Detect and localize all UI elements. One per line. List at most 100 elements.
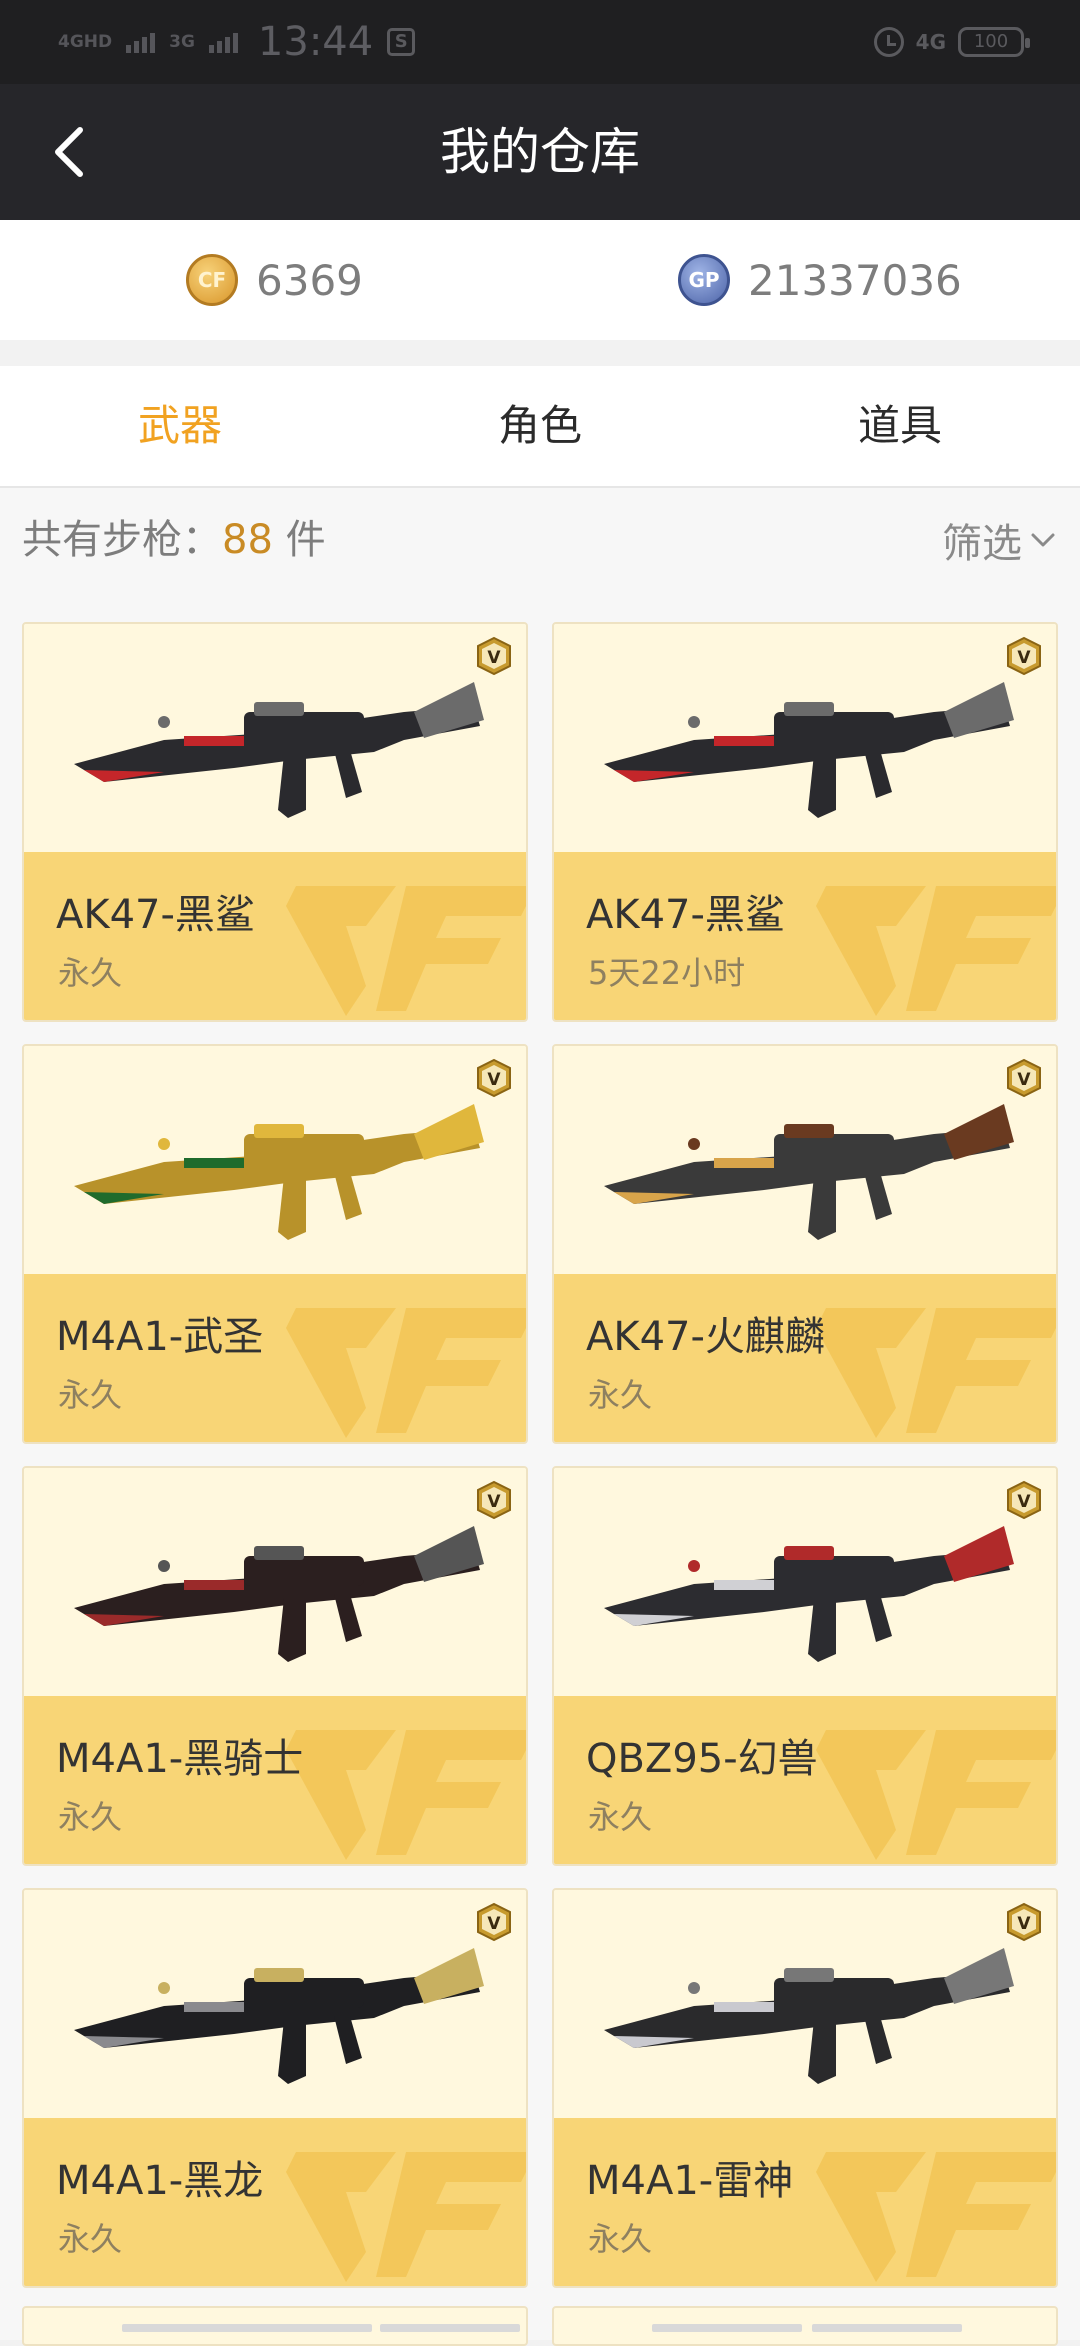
rifle-count-text: 共有步枪：88 件 bbox=[22, 488, 326, 592]
weapon-card[interactable]: V AK47-黑鲨 5天22小时 bbox=[552, 622, 1058, 1022]
tab-items[interactable]: 道具 bbox=[780, 366, 1020, 486]
weapon-duration: 5天22小时 bbox=[588, 954, 746, 992]
page-title: 我的仓库 bbox=[440, 123, 640, 181]
network-type-label: 4GHD bbox=[58, 31, 113, 52]
svg-text:V: V bbox=[1017, 1070, 1031, 1090]
weapon-image-area: V bbox=[554, 1890, 1056, 2118]
vip-badge-icon: V bbox=[477, 1480, 511, 1520]
weapon-image-area: V bbox=[554, 1046, 1056, 1274]
tab-weapons[interactable]: 武器 bbox=[60, 366, 300, 486]
rifle-count-value: 88 bbox=[222, 517, 273, 563]
weapon-card-partial[interactable] bbox=[22, 2306, 528, 2346]
vip-badge-icon: V bbox=[1007, 1480, 1041, 1520]
svg-text:V: V bbox=[1017, 1914, 1031, 1934]
weapon-name: AK47-黑鲨 bbox=[586, 892, 785, 938]
cf-logo-watermark-icon bbox=[816, 1730, 1056, 1860]
rifle-m4a1-black-knight-icon bbox=[74, 1526, 484, 1662]
weapon-name: M4A1-黑龙 bbox=[56, 2158, 264, 2204]
weapon-info-area: QBZ95-幻兽 永久 bbox=[554, 1696, 1056, 1864]
network-4g-label: 4G bbox=[915, 30, 946, 54]
partial-card-bar bbox=[122, 2324, 372, 2332]
inventory-info-bar: 共有步枪：88 件 筛选 bbox=[0, 488, 1080, 592]
rifle-m4a1-thor-icon bbox=[604, 1948, 1014, 2084]
weapon-image-area: V bbox=[24, 624, 526, 852]
weapon-duration: 永久 bbox=[58, 954, 123, 992]
partial-card-bar bbox=[812, 2324, 962, 2332]
cf-logo-watermark-icon bbox=[286, 1730, 526, 1860]
rifle-ak47-black-shark-icon bbox=[604, 682, 1014, 818]
partial-card-bar bbox=[380, 2324, 520, 2332]
svg-text:V: V bbox=[487, 1070, 501, 1090]
status-bar-right: 4G 100 bbox=[873, 27, 1030, 57]
weapon-image-area: V bbox=[24, 1046, 526, 1274]
cf-points-display: CF 6369 bbox=[186, 220, 363, 340]
weapon-name: QBZ95-幻兽 bbox=[586, 1736, 818, 1782]
weapon-card[interactable]: V M4A1-武圣 永久 bbox=[22, 1044, 528, 1444]
weapon-duration: 永久 bbox=[58, 2220, 123, 2258]
weapon-duration: 永久 bbox=[588, 2220, 653, 2258]
rifle-count-suffix: 件 bbox=[272, 517, 326, 563]
gp-display: GP 21337036 bbox=[678, 220, 962, 340]
rifle-qbz95-phantom-beast-icon bbox=[604, 1526, 1014, 1662]
rifle-m4a1-gold-dragon-icon bbox=[74, 1104, 484, 1240]
filter-label: 筛选 bbox=[942, 521, 1022, 567]
gp-value: 21337036 bbox=[748, 255, 962, 305]
rifle-count-prefix: 共有步枪： bbox=[22, 517, 222, 563]
weapon-card-partial[interactable] bbox=[552, 2306, 1058, 2346]
weapon-card[interactable]: V AK47-黑鲨 永久 bbox=[22, 622, 528, 1022]
weapon-card[interactable]: V M4A1-雷神 永久 bbox=[552, 1888, 1058, 2288]
chevron-down-icon bbox=[1031, 533, 1055, 547]
cf-coin-icon: CF bbox=[186, 254, 238, 306]
weapon-info-area: AK47-黑鲨 5天22小时 bbox=[554, 852, 1056, 1020]
tab-characters[interactable]: 角色 bbox=[420, 366, 660, 486]
svg-text:V: V bbox=[1017, 1492, 1031, 1512]
vip-badge-icon: V bbox=[477, 1902, 511, 1942]
battery-icon: 100 bbox=[958, 27, 1030, 57]
weapon-info-area: M4A1-雷神 永久 bbox=[554, 2118, 1056, 2286]
cf-logo-watermark-icon bbox=[816, 886, 1056, 1016]
alarm-icon bbox=[873, 27, 904, 57]
currency-bar: CF 6369 GP 21337036 bbox=[0, 220, 1080, 340]
status-bar-left: 4GHD 3G 13:44 S bbox=[58, 19, 416, 65]
rifle-m4a1-black-dragon-icon bbox=[74, 1948, 484, 2084]
network-type-label-2: 3G bbox=[169, 31, 195, 52]
signal-strength-icon bbox=[126, 31, 156, 53]
vip-badge-icon: V bbox=[1007, 1058, 1041, 1098]
cf-logo-watermark-icon bbox=[816, 1308, 1056, 1438]
weapon-name: M4A1-武圣 bbox=[56, 1314, 264, 1360]
rifle-ak47-black-shark-icon bbox=[74, 682, 484, 818]
weapon-card[interactable]: V AK47-火麒麟 永久 bbox=[552, 1044, 1058, 1444]
notification-s-icon: S bbox=[387, 28, 416, 56]
weapon-name: M4A1-黑骑士 bbox=[56, 1736, 304, 1782]
weapon-duration: 永久 bbox=[588, 1798, 653, 1836]
weapon-name: AK47-火麒麟 bbox=[586, 1314, 825, 1360]
filter-button[interactable]: 筛选 bbox=[942, 488, 1056, 592]
top-nav-bar: 我的仓库 bbox=[0, 84, 1080, 220]
svg-text:V: V bbox=[487, 1492, 501, 1512]
weapon-name: AK47-黑鲨 bbox=[56, 892, 255, 938]
weapon-image-area: V bbox=[24, 1468, 526, 1696]
weapon-info-area: M4A1-黑骑士 永久 bbox=[24, 1696, 526, 1864]
vip-badge-icon: V bbox=[477, 1058, 511, 1098]
rifle-ak47-fire-qilin-icon bbox=[604, 1104, 1014, 1240]
weapon-name: M4A1-雷神 bbox=[586, 2158, 794, 2204]
gp-coin-icon: GP bbox=[678, 254, 730, 306]
vip-badge-icon: V bbox=[1007, 636, 1041, 676]
weapon-info-area: M4A1-武圣 永久 bbox=[24, 1274, 526, 1442]
weapon-card[interactable]: V M4A1-黑龙 永久 bbox=[22, 1888, 528, 2288]
weapon-image-area: V bbox=[554, 624, 1056, 852]
cf-logo-watermark-icon bbox=[816, 2152, 1056, 2282]
partial-card-bar bbox=[652, 2324, 802, 2332]
weapon-info-area: AK47-黑鲨 永久 bbox=[24, 852, 526, 1020]
weapon-duration: 永久 bbox=[58, 1798, 123, 1836]
weapon-info-area: M4A1-黑龙 永久 bbox=[24, 2118, 526, 2286]
weapon-card[interactable]: V QBZ95-幻兽 永久 bbox=[552, 1466, 1058, 1866]
vip-badge-icon: V bbox=[1007, 1902, 1041, 1942]
weapon-image-area: V bbox=[24, 1890, 526, 2118]
category-tabs: 武器 角色 道具 bbox=[0, 366, 1080, 488]
cf-logo-watermark-icon bbox=[286, 1308, 526, 1438]
weapon-info-area: AK47-火麒麟 永久 bbox=[554, 1274, 1056, 1442]
weapon-card[interactable]: V M4A1-黑骑士 永久 bbox=[22, 1466, 528, 1866]
cf-points-value: 6369 bbox=[256, 255, 363, 305]
svg-text:V: V bbox=[487, 648, 501, 668]
